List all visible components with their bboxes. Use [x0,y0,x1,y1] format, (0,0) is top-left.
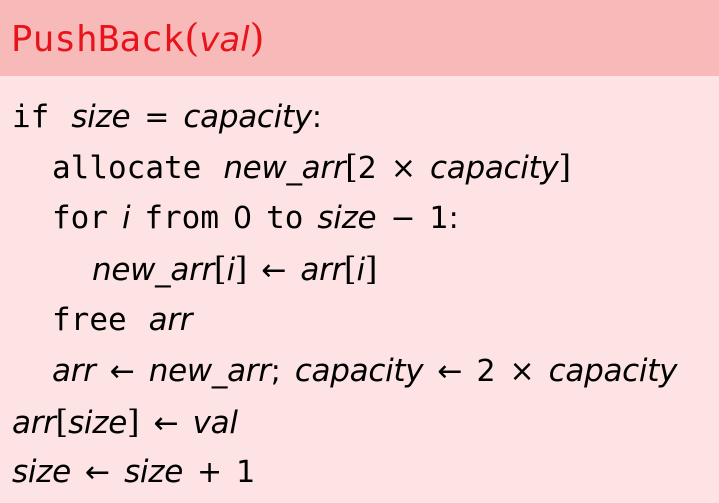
minus-sign: − [390,201,416,236]
code-line-free: free arr [52,298,193,342]
times-sign: × [390,151,416,186]
var-capacity: capacity [183,99,312,135]
code-line-allocate: allocate new_arr[2 × capacity] [52,145,571,189]
var-size: size [317,200,377,236]
number-zero: 0 [232,201,253,236]
keyword-if: if [12,99,50,135]
left-arrow: ← [84,455,111,490]
left-arrow: ← [261,253,287,288]
algorithm-title: PushBack(val) [11,6,264,70]
times-sign: × [509,354,535,389]
code-line-for: for i from 0 to size −1: [52,196,459,240]
var-i: i [356,252,365,288]
var-new-arr: new_arr [148,353,271,389]
var-i: i [226,252,235,288]
keyword-allocate: allocate [52,150,202,186]
right-bracket: ] [127,403,140,441]
colon: : [448,201,459,236]
equals-sign: = [144,100,170,135]
algorithm-box: PushBack(val) if size = capacity: allocate n… [0,0,719,503]
var-arr: arr [300,252,344,288]
var-arr: arr [148,302,193,338]
algorithm-header: PushBack(val) [0,0,719,76]
left-arrow: ← [153,406,179,441]
close-paren: ) [249,16,265,60]
number-two: 2 [476,354,496,389]
left-bracket: [ [345,148,358,186]
code-line-increment: size ← size +1 [12,450,255,494]
var-val: val [192,405,238,441]
var-new-arr: new_arr [92,252,214,288]
keyword-to: to [266,200,304,236]
keyword-free: free [52,302,127,338]
right-bracket: ] [234,250,248,288]
left-bracket: [ [344,250,357,288]
left-arrow: ← [437,354,463,389]
var-size: size [124,454,183,490]
var-size: size [12,454,71,490]
parameter-val: val [199,20,250,60]
var-size: size [71,99,131,135]
semicolon: ; [270,354,281,389]
left-bracket: [ [213,250,227,288]
var-capacity: capacity [430,150,559,186]
number-one: 1 [429,201,449,236]
function-name: PushBack [11,19,185,60]
keyword-for: for [52,200,108,236]
code-line-store: arr[size] ← val [12,400,238,444]
number-two: 2 [357,151,377,186]
colon: : [311,100,322,135]
keyword-from: from [144,200,219,236]
var-new-arr: new_arr [223,150,346,186]
number-one: 1 [236,455,256,490]
var-arr: arr [12,405,56,441]
right-bracket: ] [364,250,378,288]
right-bracket: ] [558,148,571,186]
plus-sign: + [196,455,223,490]
var-capacity: capacity [548,353,678,389]
var-capacity: capacity [294,353,424,389]
code-line-copy: new_arr[i] ← arr[i] [92,247,377,291]
left-arrow: ← [109,354,135,389]
code-line-reassign: arr ← new_arr; capacity ← 2 × capacity [52,349,677,393]
open-paren: ( [184,16,200,60]
var-size: size [68,405,127,441]
var-arr: arr [52,353,96,389]
left-bracket: [ [55,403,69,441]
var-i: i [122,200,131,236]
code-line-if: if size = capacity: [12,95,322,139]
